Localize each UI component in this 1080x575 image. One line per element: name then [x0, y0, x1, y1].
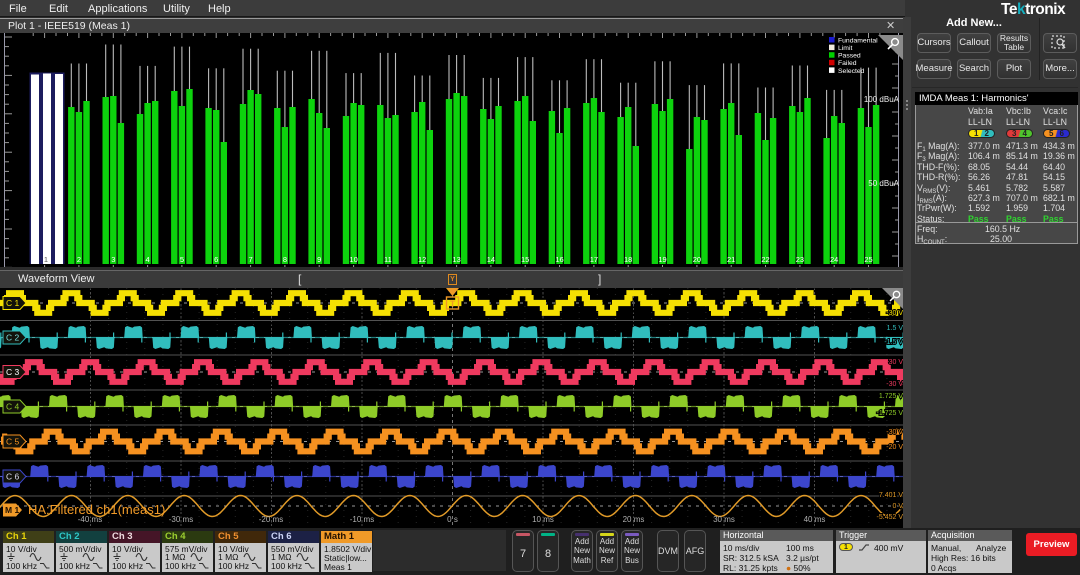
svg-text:C 1: C 1 — [6, 298, 20, 308]
svg-text:100 dBuA: 100 dBuA — [864, 95, 900, 104]
svg-text:21: 21 — [727, 255, 735, 264]
svg-text:-30 ms: -30 ms — [169, 515, 193, 524]
svg-text:20: 20 — [693, 255, 701, 264]
svg-text:10: 10 — [349, 255, 357, 264]
svg-text:-1.725 V: -1.725 V — [877, 410, 904, 417]
svg-text:-1.5 V: -1.5 V — [884, 339, 903, 346]
svg-text:12: 12 — [418, 255, 426, 264]
svg-text:-5.452 V: -5.452 V — [877, 514, 904, 521]
svg-text:0 s: 0 s — [447, 515, 458, 524]
svg-text:14: 14 — [487, 255, 495, 264]
svg-text:15: 15 — [521, 255, 529, 264]
svg-text:30 V: 30 V — [889, 359, 904, 366]
svg-text:Failed: Failed — [838, 60, 857, 67]
svg-text:13: 13 — [452, 255, 460, 264]
svg-text:10 ms: 10 ms — [532, 515, 554, 524]
svg-text:C 2: C 2 — [6, 333, 20, 343]
svg-text:M 1: M 1 — [5, 505, 19, 515]
svg-text:40 ms: 40 ms — [804, 515, 826, 524]
svg-text:-30 V: -30 V — [886, 429, 903, 436]
svg-text:18: 18 — [624, 255, 632, 264]
svg-text:17: 17 — [590, 255, 598, 264]
svg-text:30 ms: 30 ms — [713, 515, 735, 524]
svg-text:C 6: C 6 — [6, 472, 20, 482]
svg-text:Limit: Limit — [838, 45, 852, 52]
svg-text:23: 23 — [796, 255, 804, 264]
svg-text:25: 25 — [864, 255, 872, 264]
svg-text:T: T — [450, 299, 456, 310]
svg-text:C 4: C 4 — [6, 402, 20, 412]
svg-text:7.401 V: 7.401 V — [879, 492, 903, 499]
svg-text:Fundamental: Fundamental — [838, 37, 878, 44]
svg-text:11: 11 — [384, 255, 392, 264]
svg-text:-10 ms: -10 ms — [350, 515, 374, 524]
svg-text:0 V: 0 V — [892, 503, 903, 510]
svg-text:6: 6 — [214, 255, 218, 264]
svg-text:2: 2 — [77, 255, 81, 264]
svg-text:50 dBuA: 50 dBuA — [868, 179, 899, 188]
svg-text:19: 19 — [658, 255, 666, 264]
svg-text:Selected: Selected — [838, 68, 865, 75]
svg-text:-20 V: -20 V — [886, 444, 903, 451]
svg-text:8: 8 — [283, 255, 287, 264]
svg-text:20 ms: 20 ms — [623, 515, 645, 524]
svg-text:7: 7 — [249, 255, 253, 264]
svg-text:3: 3 — [111, 255, 115, 264]
svg-text:C 3: C 3 — [6, 367, 20, 377]
svg-text:24: 24 — [830, 255, 838, 264]
svg-text:1: 1 — [44, 255, 48, 264]
svg-text:22: 22 — [761, 255, 769, 264]
svg-text:9: 9 — [317, 255, 321, 264]
svg-text:5: 5 — [180, 255, 184, 264]
svg-text:Passed: Passed — [838, 53, 861, 60]
svg-text:-40 ms: -40 ms — [78, 515, 102, 524]
svg-text:C 5: C 5 — [6, 437, 20, 447]
svg-text:4: 4 — [146, 255, 150, 264]
svg-text:1.5 V: 1.5 V — [887, 325, 904, 332]
svg-text:1.725 V: 1.725 V — [879, 393, 903, 400]
svg-text:-30 V: -30 V — [886, 310, 903, 317]
svg-text:16: 16 — [555, 255, 563, 264]
svg-text:-20 ms: -20 ms — [259, 515, 283, 524]
svg-text:-30 V: -30 V — [886, 381, 903, 388]
